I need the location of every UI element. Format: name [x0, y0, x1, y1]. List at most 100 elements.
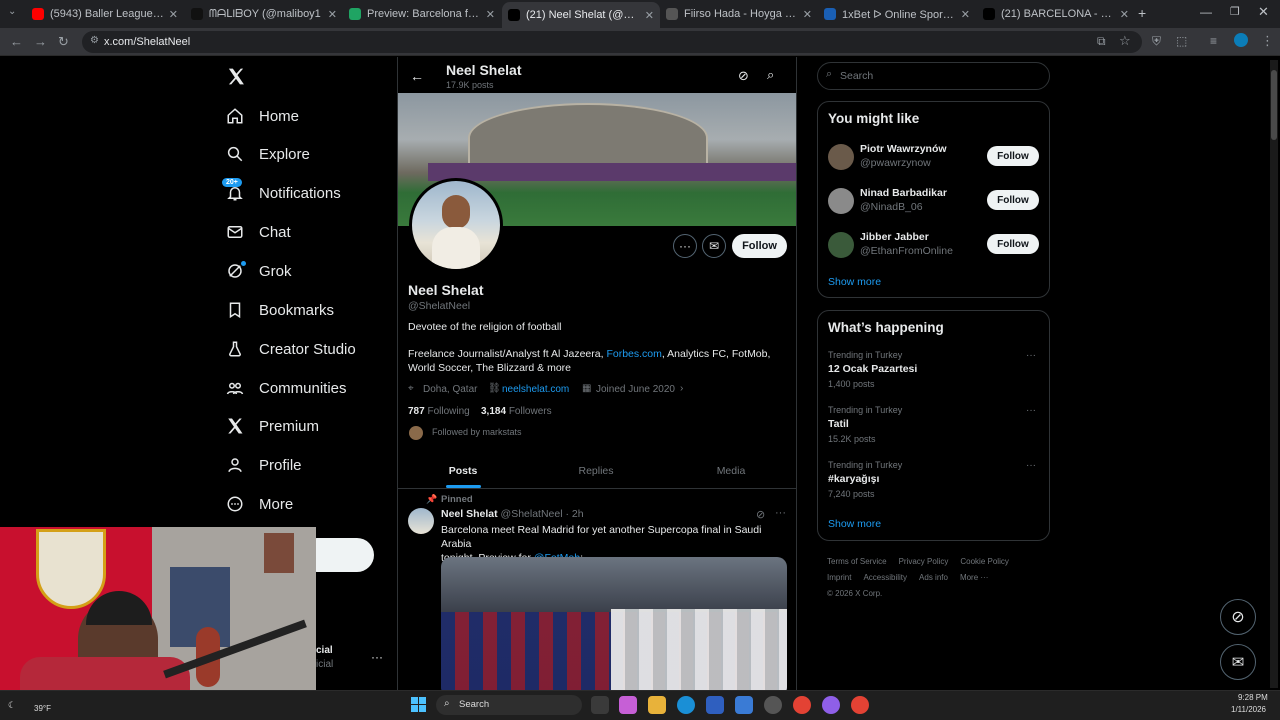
- windows-start-icon[interactable]: [411, 697, 427, 713]
- browser-tab[interactable]: (21) Neel Shelat (@ShelatNeel) ✕: [502, 2, 660, 28]
- tab-media[interactable]: Media: [691, 465, 771, 477]
- post-author-name[interactable]: Neel Shelat: [441, 508, 498, 520]
- weather-temp[interactable]: 39°F: [34, 704, 51, 713]
- trend-item[interactable]: Trending in Turkey #karyağışı 7,240 posts ·…: [818, 460, 1049, 506]
- post-image[interactable]: [441, 557, 787, 690]
- tab-search-icon[interactable]: ⌄: [8, 6, 16, 17]
- suggestion-handle[interactable]: @pwawrzynow: [860, 157, 931, 169]
- file-explorer-icon[interactable]: [648, 696, 666, 714]
- address-bar[interactable]: [82, 31, 1142, 53]
- suggestion-name[interactable]: Piotr Wawrzynów: [860, 143, 947, 155]
- clock-date[interactable]: 1/11/2026: [1231, 705, 1266, 714]
- forbes-link[interactable]: Forbes.com: [606, 348, 661, 360]
- taskbar-search-text[interactable]: Search: [459, 699, 489, 710]
- search-icon[interactable]: ⌕: [767, 67, 774, 83]
- suggestion-name[interactable]: Ninad Barbadikar: [860, 187, 947, 199]
- reload-icon[interactable]: ↻: [58, 34, 69, 50]
- extensions-icon[interactable]: ⬚: [1176, 34, 1187, 48]
- tab-replies[interactable]: Replies: [556, 465, 636, 477]
- post-author-avatar[interactable]: [408, 508, 434, 534]
- tab-close-icon[interactable]: ✕: [803, 8, 812, 21]
- install-app-icon[interactable]: ⧉: [1097, 34, 1106, 49]
- chevron-right-icon[interactable]: ›: [680, 383, 683, 394]
- store-icon[interactable]: [706, 696, 724, 714]
- trend-more-icon[interactable]: ···: [1026, 405, 1036, 416]
- obs-icon[interactable]: [764, 696, 782, 714]
- restore-icon[interactable]: ❐: [1230, 5, 1240, 18]
- suggestion-row[interactable]: Jibber Jabber @EthanFromOnline Follow: [818, 230, 1049, 266]
- site-info-icon[interactable]: ⚙: [90, 35, 99, 46]
- footer-link[interactable]: Imprint: [827, 573, 851, 582]
- task-view-icon[interactable]: [591, 696, 609, 714]
- grok-post-icon[interactable]: ⊘: [756, 508, 765, 521]
- tab-close-icon[interactable]: ✕: [645, 9, 654, 22]
- follow-button[interactable]: Follow: [732, 234, 787, 258]
- suggestion-follow-button[interactable]: Follow: [987, 146, 1039, 166]
- tab-close-icon[interactable]: ✕: [328, 8, 337, 21]
- chrome-profile-icon[interactable]: [851, 696, 869, 714]
- account-name[interactable]: cial: [316, 645, 333, 656]
- taskbar-search-box[interactable]: [436, 695, 582, 715]
- close-window-icon[interactable]: ✕: [1258, 4, 1269, 20]
- app-icon[interactable]: [822, 696, 840, 714]
- scrollbar-thumb[interactable]: [1271, 70, 1277, 140]
- profile-avatar-icon[interactable]: [1234, 33, 1248, 47]
- suggestions-show-more[interactable]: Show more: [828, 276, 881, 288]
- suggestion-handle[interactable]: @EthanFromOnline: [860, 245, 953, 257]
- trend-item[interactable]: Trending in Turkey Tatil 15.2K posts ···: [818, 405, 1049, 451]
- followed-by-text[interactable]: Followed by markstats: [432, 427, 522, 437]
- post-time[interactable]: · 2h: [565, 508, 583, 520]
- browser-tab[interactable]: ᗰᗩᒪIᗷOY (@maliboy1 ✕: [185, 4, 343, 24]
- grok-float-icon[interactable]: ⊘: [1220, 599, 1256, 635]
- footer-link[interactable]: Ads info: [919, 573, 948, 582]
- nav-item-premium[interactable]: Premium: [226, 413, 319, 439]
- mail-app-icon[interactable]: [735, 696, 753, 714]
- profile-website[interactable]: neelshelat.com: [502, 384, 569, 395]
- browser-tab[interactable]: 1xBet ᐅ Online Sports Betting ✕: [818, 4, 976, 24]
- nav-item-creator-studio[interactable]: Creator Studio: [226, 336, 356, 362]
- back-arrow-icon[interactable]: ←: [410, 68, 424, 84]
- message-button[interactable]: ✉: [702, 234, 726, 258]
- suggestion-follow-button[interactable]: Follow: [987, 190, 1039, 210]
- browser-menu-icon[interactable]: ⋮: [1261, 33, 1274, 49]
- copilot-icon[interactable]: [619, 696, 637, 714]
- chrome-icon[interactable]: [793, 696, 811, 714]
- suggestion-row[interactable]: Piotr Wawrzynów @pwawrzynow Follow: [818, 142, 1049, 178]
- footer-link[interactable]: More ···: [960, 573, 988, 582]
- suggestion-avatar[interactable]: [828, 188, 854, 214]
- url-text[interactable]: x.com/ShelatNeel: [104, 36, 190, 48]
- page-scrollbar[interactable]: [1270, 60, 1278, 688]
- edge-icon[interactable]: [677, 696, 695, 714]
- messages-float-icon[interactable]: ✉: [1220, 644, 1256, 680]
- footer-link[interactable]: Cookie Policy: [960, 557, 1008, 566]
- footer-link[interactable]: Accessibility: [863, 573, 907, 582]
- nav-item-grok[interactable]: Grok: [226, 258, 292, 284]
- nav-item-notifications[interactable]: Notifications 20+: [222, 178, 341, 206]
- nav-item-explore[interactable]: Explore: [226, 141, 310, 167]
- trend-more-icon[interactable]: ···: [1026, 460, 1036, 471]
- weather-icon[interactable]: ☾: [8, 700, 16, 711]
- post-author-handle[interactable]: @ShelatNeel: [501, 508, 563, 520]
- trend-name[interactable]: 12 Ocak Pazartesi: [828, 363, 917, 375]
- more-options-button[interactable]: ···: [673, 234, 697, 258]
- nav-item-bookmarks[interactable]: Bookmarks: [226, 297, 334, 323]
- forward-icon[interactable]: →: [34, 34, 47, 49]
- suggestion-avatar[interactable]: [828, 232, 854, 258]
- nav-item-profile[interactable]: Profile: [226, 452, 302, 478]
- browser-tab[interactable]: (21) BARCELONA - Search / X ✕: [977, 4, 1135, 24]
- profile-avatar[interactable]: [409, 178, 503, 272]
- tab-posts[interactable]: Posts: [423, 465, 503, 477]
- trend-more-icon[interactable]: ···: [1026, 350, 1036, 361]
- nav-item-more[interactable]: More: [226, 491, 293, 517]
- nav-item-chat[interactable]: Chat: [226, 219, 291, 245]
- suggestion-avatar[interactable]: [828, 144, 854, 170]
- suggestion-name[interactable]: Jibber Jabber: [860, 231, 929, 243]
- following-count[interactable]: 787 Following: [408, 406, 470, 417]
- browser-tab[interactable]: Fiirso Hada - Hoyga Daawasha ✕: [660, 4, 818, 24]
- suggestion-handle[interactable]: @NinadB_06: [860, 201, 923, 213]
- browser-tab[interactable]: Preview: Barcelona face Real M ✕: [343, 4, 501, 24]
- shield-icon[interactable]: ⛨: [1152, 34, 1161, 49]
- grok-icon[interactable]: ⊘: [738, 68, 749, 84]
- suggestion-row[interactable]: Ninad Barbadikar @NinadB_06 Follow: [818, 186, 1049, 222]
- new-tab-button[interactable]: +: [1138, 5, 1146, 21]
